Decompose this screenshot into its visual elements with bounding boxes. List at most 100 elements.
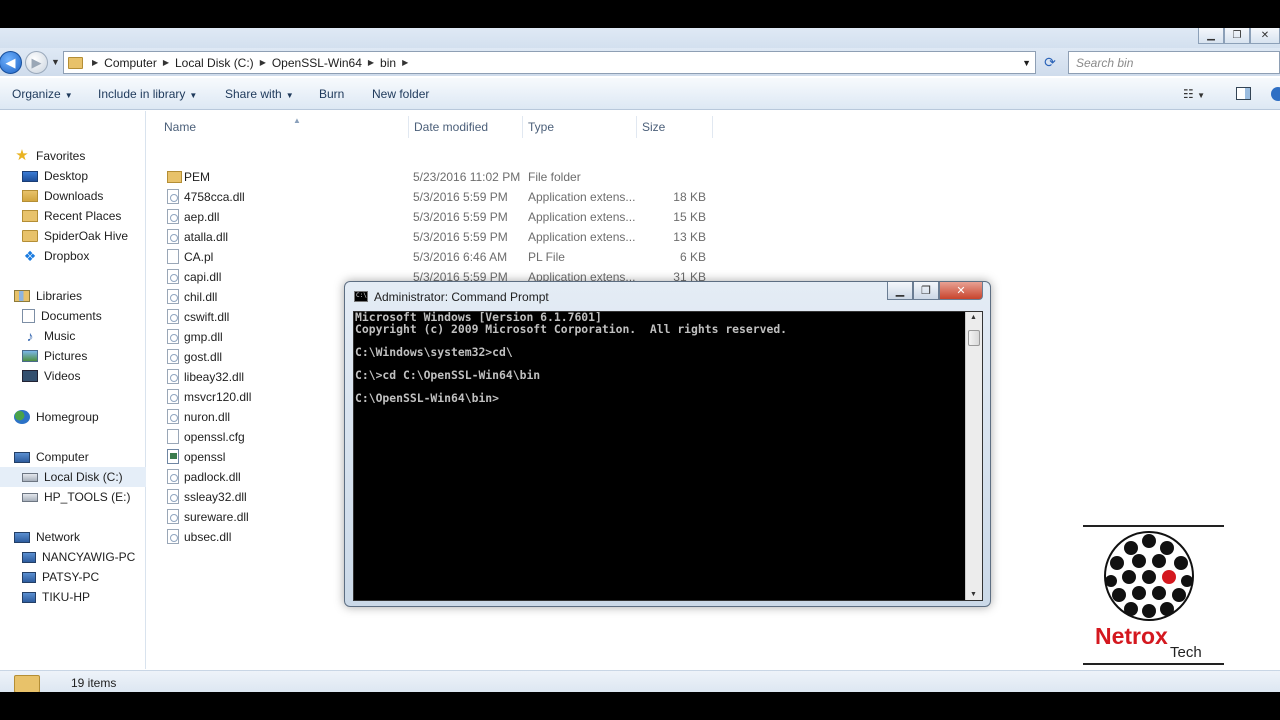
console-area[interactable]: Microsoft Windows [Version 6.1.7601] Copy… [353, 311, 983, 601]
nav-network[interactable]: Network [0, 527, 146, 547]
file-name: msvcr120.dll [184, 390, 252, 404]
logo-bottom-rule [1083, 663, 1224, 665]
nav-item-videos[interactable]: Videos [0, 366, 146, 386]
file-row[interactable]: CA.pl 5/3/2016 6:46 AM PL File 6 KB [147, 247, 747, 267]
close-button[interactable]: ✕ [1250, 28, 1280, 44]
nav-item-music[interactable]: ♪ Music [0, 326, 146, 346]
nav-item-tiku-hp[interactable]: TIKU-HP [0, 587, 146, 607]
file-row[interactable]: atalla.dll 5/3/2016 5:59 PM Application ex… [147, 227, 747, 247]
file-name: PEM [184, 170, 211, 184]
maximize-button[interactable]: ❐ [1224, 28, 1250, 44]
file-icon [167, 249, 179, 264]
chevron-down-icon: ▼ [285, 91, 294, 100]
minimize-button[interactable]: ▁ [1198, 28, 1224, 44]
nav-item-local-disk[interactable]: Local Disk (C:) [0, 467, 146, 487]
column-header-name[interactable]: Name ▲ [159, 116, 409, 138]
preview-pane-button[interactable] [1236, 87, 1251, 100]
new-folder-button[interactable]: New folder [372, 87, 429, 101]
breadcrumb-openssl[interactable]: OpenSSL-Win64 [272, 56, 362, 70]
address-dropdown-icon[interactable]: ▼ [1022, 58, 1031, 68]
computer-icon [22, 571, 36, 583]
nav-item-hp-tools[interactable]: HP_TOOLS (E:) [0, 487, 146, 507]
share-with-label: Share with [225, 87, 282, 101]
file-row[interactable]: 4758cca.dll 5/3/2016 5:59 PM Application e… [147, 187, 747, 207]
file-date: 5/3/2016 5:59 PM [413, 210, 508, 224]
libraries-icon [14, 290, 30, 302]
search-input[interactable]: Search bin [1068, 51, 1280, 74]
chevron-right-icon[interactable]: ▶ [260, 58, 266, 67]
documents-icon [22, 309, 35, 323]
desktop-icon [22, 170, 38, 182]
include-in-library-label: Include in library [98, 87, 186, 101]
scroll-thumb[interactable] [968, 330, 980, 346]
cmd-minimize-button[interactable]: ▁ [887, 282, 913, 300]
breadcrumb-local-disk[interactable]: Local Disk (C:) [175, 56, 254, 70]
command-prompt-title: Administrator: Command Prompt [374, 290, 549, 304]
file-name: openssl [184, 450, 226, 464]
nav-item-label: Documents [41, 309, 102, 323]
nav-item-recent-places[interactable]: Recent Places [0, 206, 146, 226]
scroll-down-icon[interactable]: ▼ [970, 591, 977, 598]
nav-item-documents[interactable]: Documents [0, 306, 146, 326]
share-with-button[interactable]: Share with ▼ [225, 87, 294, 101]
recent-pages-dropdown[interactable]: ▼ [51, 57, 60, 67]
nav-libraries-label: Libraries [36, 289, 83, 303]
nav-item-label: NANCYAWIG-PC [42, 550, 136, 564]
address-bar[interactable]: ▶ Computer ▶ Local Disk (C:) ▶ OpenSSL-W… [63, 51, 1036, 74]
burn-button[interactable]: Burn [319, 87, 344, 101]
column-header-date[interactable]: Date modified [409, 116, 523, 138]
favorites-star-icon: ★ [15, 147, 29, 164]
window-controls: ▁ ❐ ✕ [1198, 28, 1280, 44]
include-in-library-button[interactable]: Include in library ▼ [98, 87, 197, 101]
nav-item-patsy-pc[interactable]: PATSY-PC [0, 567, 146, 587]
dll-file-icon [167, 389, 179, 404]
cmd-maximize-button[interactable]: ❐ [913, 282, 939, 300]
cmd-close-button[interactable]: ✕ [939, 282, 983, 300]
command-prompt-window[interactable]: Administrator: Command Prompt ▁ ❐ ✕ Micr… [344, 281, 991, 607]
file-size: 13 KB [673, 230, 706, 244]
column-header-type[interactable]: Type [523, 116, 637, 138]
file-row[interactable]: PEM 5/23/2016 11:02 PM File folder [147, 167, 747, 187]
network-icon [14, 531, 30, 543]
organize-button[interactable]: Organize ▼ [12, 87, 73, 101]
back-button[interactable]: ◀ [0, 51, 22, 74]
chevron-right-icon[interactable]: ▶ [402, 58, 408, 67]
forward-button[interactable]: ▶ [25, 51, 48, 74]
nav-libraries[interactable]: Libraries [0, 286, 146, 306]
command-prompt-icon [354, 291, 368, 302]
file-size: 18 KB [673, 190, 706, 204]
view-list-icon: ☷ [1183, 87, 1194, 101]
nav-item-pictures[interactable]: Pictures [0, 346, 146, 366]
pictures-icon [22, 350, 38, 362]
dll-file-icon [167, 289, 179, 304]
scroll-up-icon[interactable]: ▲ [970, 314, 977, 321]
file-name: 4758cca.dll [184, 190, 245, 204]
nav-favorites[interactable]: ★ Favorites [0, 146, 146, 166]
breadcrumb-computer[interactable]: Computer [104, 56, 157, 70]
chevron-right-icon[interactable]: ▶ [368, 58, 374, 67]
nav-item-downloads[interactable]: Downloads [0, 186, 146, 206]
dll-file-icon [167, 329, 179, 344]
navigation-row: ◀ ▶ ▼ ▶ Computer ▶ Local Disk (C:) ▶ Ope… [0, 48, 1280, 76]
drive-icon [22, 492, 38, 502]
nav-item-label: Downloads [44, 189, 104, 203]
nav-item-label: Videos [44, 369, 81, 383]
nav-computer[interactable]: Computer [0, 447, 146, 467]
refresh-button[interactable]: ⟳ [1040, 53, 1060, 72]
help-button[interactable] [1271, 87, 1280, 101]
file-row[interactable]: aep.dll 5/3/2016 5:59 PM Application exten… [147, 207, 747, 227]
nav-item-desktop[interactable]: Desktop [0, 166, 146, 186]
file-name: nuron.dll [184, 410, 231, 424]
nav-item-spideroak-hive[interactable]: SpiderOak Hive [0, 226, 146, 246]
breadcrumb-bin[interactable]: bin [380, 56, 396, 70]
dll-file-icon [167, 349, 179, 364]
column-header-size[interactable]: Size [637, 116, 713, 138]
chevron-right-icon[interactable]: ▶ [163, 58, 169, 67]
nav-item-dropbox[interactable]: ❖ Dropbox [0, 246, 146, 266]
nav-item-nancyawig-pc[interactable]: NANCYAWIG-PC [0, 547, 146, 567]
console-line: C:\>cd C:\OpenSSL-Win64\bin [355, 367, 541, 382]
console-scrollbar[interactable]: ▲ ▼ [965, 312, 982, 600]
change-view-button[interactable]: ☷ ▼ [1183, 87, 1205, 101]
sort-ascending-icon: ▲ [293, 116, 301, 125]
nav-homegroup[interactable]: Homegroup [0, 407, 146, 427]
